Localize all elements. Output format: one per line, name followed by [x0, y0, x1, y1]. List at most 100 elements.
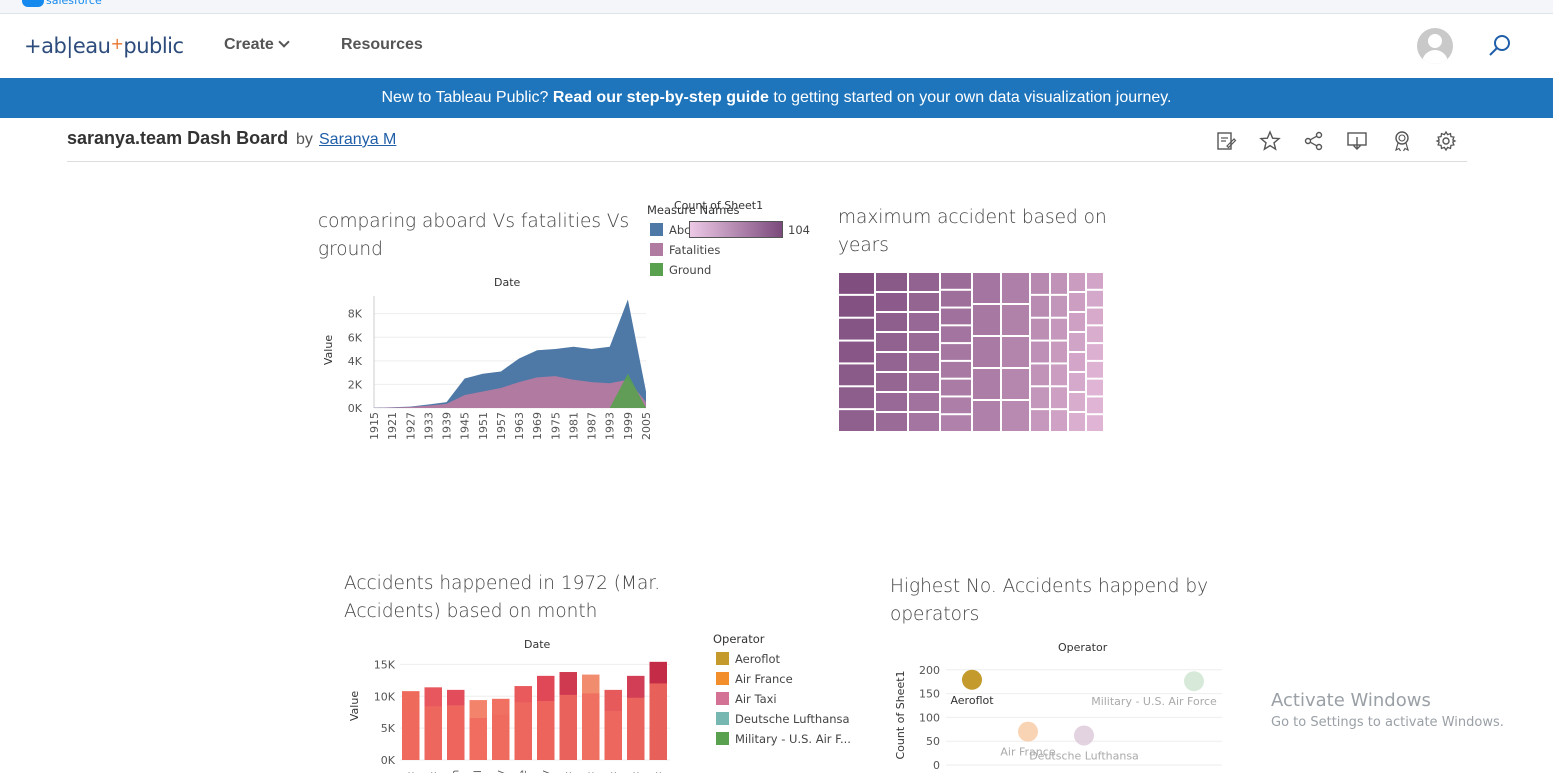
treemap-cell: [838, 294, 875, 318]
treemap-cell: [972, 304, 1001, 336]
legend-item-air-france[interactable]: Air France: [716, 672, 793, 688]
treemap-cell: [875, 372, 908, 392]
legend-item-air-taxi[interactable]: Air Taxi: [716, 692, 777, 708]
legend-item-aeroflot[interactable]: Aeroflot: [716, 652, 780, 668]
bar-chart[interactable]: Value 0K 5K 10K 15K :: h il y e y:::::: [344, 650, 674, 773]
banner-suffix: to getting started on your own data visu…: [768, 89, 1172, 106]
treemap-cell: [1086, 307, 1104, 326]
treemap-cell: [940, 272, 972, 290]
treemap-cell: [838, 363, 875, 387]
treemap-cell: [1050, 340, 1068, 364]
viz-title: saranya.team Dash Board: [67, 128, 289, 148]
bar-segment-feb: [424, 706, 442, 760]
salesforce-logo[interactable]: salesforce: [22, 0, 102, 7]
treemap-title-line1: maximum accident based on: [838, 207, 1107, 228]
legend-label-deutsche-lufthansa: Deutsche Lufthansa: [735, 712, 850, 726]
watermark-line1: Activate Windows: [1271, 690, 1431, 711]
nav-create-menu[interactable]: Create: [224, 36, 290, 54]
bubble-chart[interactable]: Count of Sheet1 050100150200 AeroflotAir…: [890, 655, 1226, 773]
user-avatar[interactable]: [1417, 28, 1453, 64]
treemap-cell: [940, 360, 972, 379]
treemap-cell: [1050, 272, 1068, 295]
treemap-cell: [908, 352, 940, 372]
bubble-chart-title: Highest No. Accidents happend by operato…: [890, 573, 1208, 629]
treemap-cell: [1030, 340, 1050, 364]
area-x-tick: 1975: [549, 412, 562, 440]
treemap-cell: [875, 392, 908, 412]
area-x-tick: 1927: [404, 412, 417, 440]
award-icon[interactable]: [1391, 130, 1413, 152]
area-chart[interactable]: Value 0K 2K 4K 6K 8K 1915 1921 1927 1933 1939 194…: [318, 288, 654, 444]
treemap-cell: [940, 307, 972, 326]
treemap-cell: [1030, 317, 1050, 341]
legend-item-fatalities[interactable]: Fatalities: [650, 243, 720, 259]
treemap-cell: [1086, 289, 1104, 308]
watermark-line2: Go to Settings to activate Windows.: [1271, 715, 1504, 730]
nav-resources-link[interactable]: Resources: [341, 36, 423, 54]
treemap-cell: [1050, 317, 1068, 341]
edit-copy-icon[interactable]: [1215, 130, 1237, 152]
treemap-cell: [875, 352, 908, 372]
legend-label-air-france: Air France: [735, 672, 793, 686]
bar-x-tick: :: [428, 771, 439, 773]
treemap-cell: [1001, 304, 1030, 336]
star-icon[interactable]: [1259, 130, 1281, 152]
bubble-y-tick: 200: [919, 664, 940, 677]
count-color-ramp[interactable]: [689, 221, 783, 238]
treemap-cell: [1086, 414, 1104, 433]
area-chart-title: comparing aboard Vs fatalities Vs ground: [318, 208, 629, 264]
bubble-y-tick: 0: [933, 759, 940, 772]
bar-segment-may: [492, 714, 510, 760]
bar-x-tick: h: [450, 770, 461, 773]
bubble-y-label: Count of Sheet1: [894, 670, 907, 759]
viz-author-link[interactable]: Saranya M: [319, 131, 396, 149]
legend-label-air-taxi: Air Taxi: [735, 692, 777, 706]
share-icon[interactable]: [1303, 130, 1325, 152]
tableau-public-logo[interactable]: +ab|eau+public: [24, 34, 184, 58]
bubble-label: Deutsche Lufthansa: [1029, 749, 1139, 762]
bubble-point: [962, 669, 982, 690]
treemap-cell: [908, 372, 940, 392]
area-x-tick: 1957: [495, 412, 508, 440]
bar-x-tick: :: [585, 771, 596, 773]
salesforce-strip: salesforce: [0, 0, 1553, 14]
treemap-cell: [1068, 412, 1086, 432]
area-y-tick: 2K: [348, 378, 363, 391]
legend-item-military-us-air-force[interactable]: Military - U.S. Air F...: [716, 732, 851, 748]
treemap-cell: [875, 332, 908, 352]
bubble-title-line2: operators: [890, 604, 980, 625]
bar-segment-jun: [514, 702, 532, 760]
banner-guide-link[interactable]: Read our step-by-step guide: [553, 89, 769, 106]
legend-swatch-aboard: [650, 223, 663, 236]
bubble-label: Aeroflot: [950, 694, 994, 707]
viz-title-bar: saranya.team Dash Board by Saranya M: [67, 118, 1467, 162]
bubble-point: [1184, 671, 1204, 692]
treemap-cell: [838, 386, 875, 410]
top-navigation: +ab|eau+public Create Resources: [0, 14, 1553, 78]
bar-x-tick: :: [653, 771, 664, 773]
treemap-cell: [1068, 272, 1086, 292]
legend-item-aboard[interactable]: Abc: [650, 223, 691, 239]
legend-item-deutsche-lufthansa[interactable]: Deutsche Lufthansa: [716, 712, 850, 728]
bar-x-tick: y: [495, 770, 506, 773]
treemap-cell: [1001, 336, 1030, 368]
bar-y-tick: 5K: [381, 722, 396, 735]
treemap-cell: [1068, 292, 1086, 312]
area-x-tick: 1987: [586, 412, 599, 440]
treemap-cell: [875, 272, 908, 292]
treemap-cell: [838, 317, 875, 341]
treemap-chart[interactable]: [838, 272, 1104, 434]
legend-label-aeroflot: Aeroflot: [735, 652, 781, 666]
search-icon[interactable]: [1488, 34, 1512, 58]
gear-icon[interactable]: [1435, 130, 1457, 152]
download-icon[interactable]: [1346, 130, 1368, 152]
treemap-cell: [1001, 272, 1030, 304]
area-y-tick: 6K: [348, 331, 363, 344]
banner-prefix: New to Tableau Public?: [381, 89, 553, 106]
treemap-cell: [908, 272, 940, 292]
treemap-cell: [940, 289, 972, 308]
getting-started-banner: New to Tableau Public? Read our step-by-…: [0, 78, 1553, 118]
legend-item-ground[interactable]: Ground: [650, 263, 711, 279]
nav-create-label: Create: [224, 36, 274, 53]
treemap-cell: [1050, 409, 1068, 432]
